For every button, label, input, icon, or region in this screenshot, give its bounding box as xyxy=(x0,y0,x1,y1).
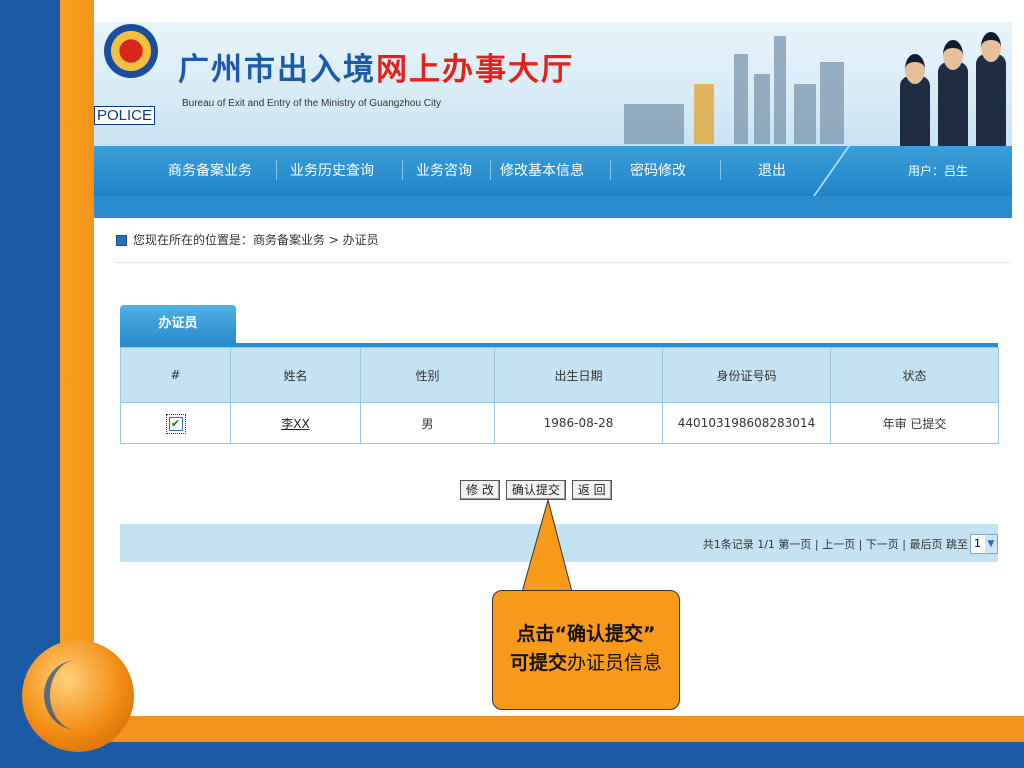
main-nav: 商务备案业务 业务历史查询 业务咨询 修改基本信息 密码修改 退出 用户：吕生 xyxy=(94,146,1012,200)
nav-item-business-filing[interactable]: 商务备案业务 xyxy=(168,160,252,180)
police-officers-image xyxy=(894,28,1012,146)
site-title: 广州市出入境网上办事大厅 xyxy=(178,44,574,89)
nav-separator xyxy=(402,160,403,180)
birthdate-cell: 1986-08-28 xyxy=(494,402,663,444)
tab-applicant[interactable]: 办证员 xyxy=(120,305,236,343)
table-header-row: # 姓名 性别 出生日期 身份证号码 状态 xyxy=(120,347,999,403)
applicant-table: # 姓名 性别 出生日期 身份证号码 状态 ✔ 李XX 男 1986-08-28… xyxy=(120,347,999,444)
table-row: ✔ 李XX 男 1986-08-28 440103198608283014 年审… xyxy=(120,402,999,444)
id-number-cell: 440103198608283014 xyxy=(662,402,831,444)
callout-line-2-bold: 可提交 xyxy=(509,652,567,674)
action-buttons: 修 改确认提交返 回 xyxy=(460,479,618,500)
header-banner: POLICE 广州市出入境网上办事大厅 Bureau of Exit and E… xyxy=(94,22,1012,146)
site-title-part2: 网上办事大厅 xyxy=(376,52,574,88)
back-button[interactable]: 返 回 xyxy=(571,480,612,500)
page-jump-value: 1 xyxy=(974,537,981,550)
nav-separator xyxy=(720,160,721,180)
nav-subbar xyxy=(94,196,1012,218)
page-jump-select[interactable]: 1 ▼ xyxy=(970,534,998,554)
nav-item-edit-info[interactable]: 修改基本信息 xyxy=(500,160,584,180)
col-header-id-number: 身份证号码 xyxy=(662,347,831,403)
nav-divider-slash xyxy=(810,146,850,200)
col-header-birthdate: 出生日期 xyxy=(494,347,663,403)
callout-line-1: 点击“确认提交” xyxy=(493,619,679,646)
name-cell: 李XX xyxy=(230,402,361,444)
breadcrumb-divider xyxy=(116,262,1012,263)
current-user: 用户：吕生 xyxy=(908,164,969,178)
breadcrumb-bullet-icon xyxy=(116,235,127,246)
row-checkbox[interactable]: ✔ xyxy=(165,413,186,434)
breadcrumb-text: 您现在所在的位置是：商务备案业务 > 办证员 xyxy=(133,233,379,247)
slide-border-bottom xyxy=(0,738,1024,768)
col-header-gender: 性别 xyxy=(360,347,495,403)
status-cell: 年审 已提交 xyxy=(830,402,999,444)
site-subtitle: Bureau of Exit and Entry of the Ministry… xyxy=(182,98,442,109)
callout-line-2: 可提交办证员信息 xyxy=(493,648,679,675)
globe-arc-decoration xyxy=(44,660,110,730)
callout-line-1-text: 点击“确认提交” xyxy=(516,623,656,645)
callout-line-2-rest: 办证员信息 xyxy=(567,652,663,674)
gender-cell: 男 xyxy=(360,402,495,444)
nav-separator xyxy=(610,160,611,180)
pagination-text: 共1条记录 1/1 第一页 | 上一页 | 下一页 | 最后页 跳至 xyxy=(702,538,968,551)
nav-item-logout[interactable]: 退出 xyxy=(758,160,786,180)
confirm-submit-button[interactable]: 确认提交 xyxy=(505,480,566,500)
col-header-status: 状态 xyxy=(830,347,999,403)
edit-button[interactable]: 修 改 xyxy=(460,480,500,500)
nav-item-consult[interactable]: 业务咨询 xyxy=(416,160,472,180)
police-tag: POLICE xyxy=(94,106,156,125)
app-window: POLICE 广州市出入境网上办事大厅 Bureau of Exit and E… xyxy=(94,22,1012,582)
nav-item-change-password[interactable]: 密码修改 xyxy=(630,160,686,180)
row-select-cell: ✔ xyxy=(120,402,231,444)
pagination-bar: 共1条记录 1/1 第一页 | 上一页 | 下一页 | 最后页 跳至 1 ▼ xyxy=(120,524,998,562)
col-header-name: 姓名 xyxy=(230,347,361,403)
police-emblem-icon xyxy=(104,24,158,78)
chevron-down-icon[interactable]: ▼ xyxy=(985,535,997,553)
applicant-name-link[interactable]: 李XX xyxy=(281,417,309,431)
breadcrumb: 您现在所在的位置是：商务备案业务 > 办证员 xyxy=(116,231,379,248)
city-skyline-image xyxy=(614,32,864,144)
slide-orange-wave xyxy=(60,716,1024,742)
nav-separator xyxy=(490,160,491,180)
nav-item-history[interactable]: 业务历史查询 xyxy=(290,160,374,180)
instruction-callout: 点击“确认提交” 可提交办证员信息 xyxy=(492,590,680,710)
nav-separator xyxy=(276,160,277,180)
col-header-index: # xyxy=(120,347,231,403)
site-title-part1: 广州市出入境 xyxy=(178,52,376,88)
